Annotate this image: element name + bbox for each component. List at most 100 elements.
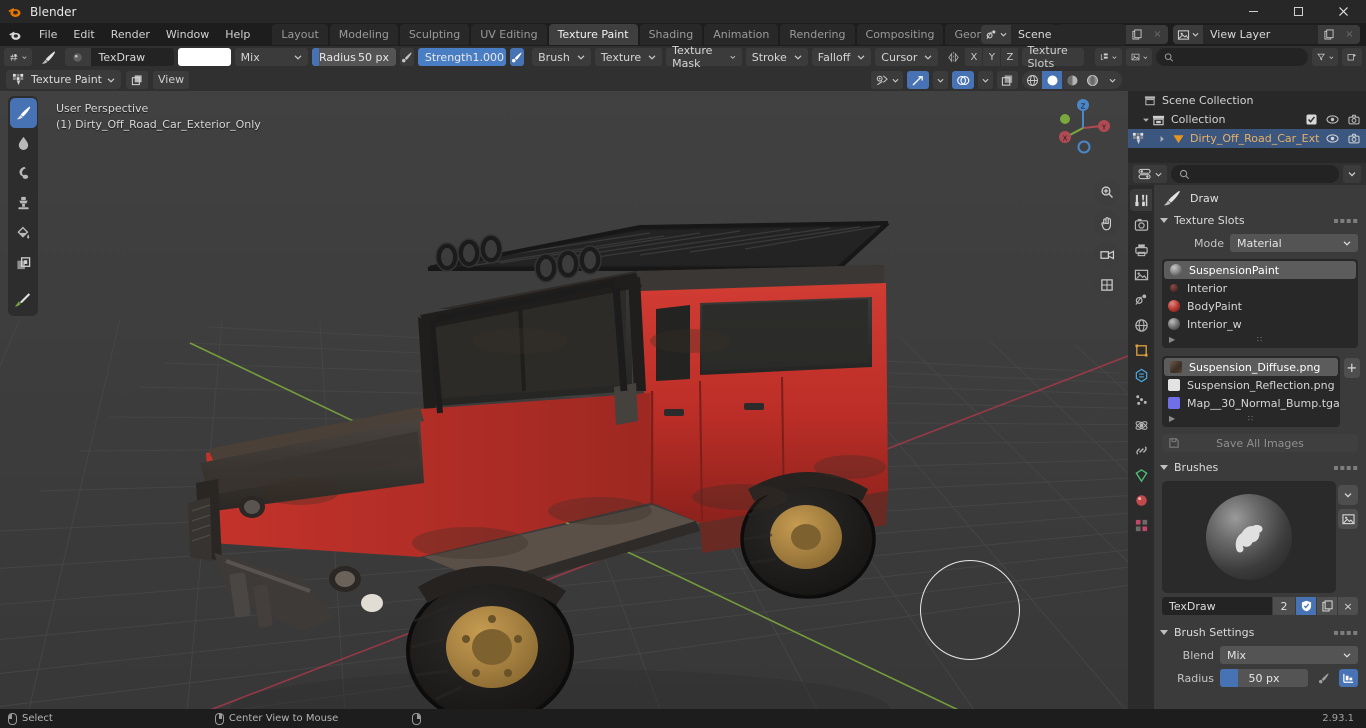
scene-name[interactable]: Scene	[1011, 25, 1126, 44]
brush-name-value[interactable]: TexDraw	[1162, 597, 1272, 615]
outliner-filter-button[interactable]	[1312, 48, 1339, 66]
texture-image-item[interactable]: Suspension_Reflection.png	[1162, 376, 1340, 394]
brush-preview[interactable]	[1162, 481, 1336, 593]
outliner-search-input[interactable]	[1156, 48, 1309, 66]
outliner-row-object[interactable]: Dirty_Off_Road_Car_Ext	[1128, 129, 1366, 148]
gizmo-options-dropdown[interactable]	[933, 71, 948, 89]
material-slot-item[interactable]: BodyPaint	[1162, 297, 1358, 315]
disclosure-triangle-icon[interactable]	[1142, 116, 1150, 124]
remove-view-layer-button[interactable]: ×	[1339, 25, 1360, 44]
properties-tab-output[interactable]	[1130, 239, 1152, 261]
properties-tab-texture[interactable]	[1130, 514, 1152, 536]
menu-window[interactable]: Window	[158, 26, 217, 44]
list-grip-icon[interactable]: ∷	[1248, 414, 1254, 423]
material-slot-item[interactable]: SuspensionPaint	[1164, 261, 1356, 279]
properties-editor-type-button[interactable]	[1133, 165, 1167, 183]
tool-draw[interactable]	[9, 98, 37, 128]
outliner-row-scene-collection[interactable]: Scene Collection	[1128, 91, 1366, 110]
new-view-layer-button[interactable]	[1318, 25, 1339, 44]
brush-radius-slider[interactable]: 50 px	[1220, 669, 1308, 687]
properties-tab-particles[interactable]	[1130, 389, 1152, 411]
blend-mode-dropdown[interactable]: Mix	[234, 48, 308, 66]
checkbox-icon[interactable]	[1306, 114, 1317, 125]
remove-scene-button[interactable]: ×	[1147, 25, 1168, 44]
radius-slider[interactable]: Radius 50 px	[311, 48, 396, 66]
gizmo-toggle[interactable]	[907, 71, 929, 89]
properties-tab-modifiers[interactable]	[1130, 364, 1152, 386]
camera-icon[interactable]	[1348, 133, 1360, 144]
duplicate-brush-button[interactable]	[1317, 597, 1337, 615]
fake-user-toggle[interactable]	[1296, 597, 1316, 615]
radius-pressure-toggle[interactable]	[1314, 669, 1333, 687]
cursor-menu[interactable]: Cursor	[875, 48, 939, 66]
properties-tab-object[interactable]	[1130, 339, 1152, 361]
properties-tab-render[interactable]	[1130, 214, 1152, 236]
brush-users-count[interactable]: 2	[1273, 597, 1295, 615]
texture-image-item[interactable]: Map__30_Normal_Bump.tga	[1162, 394, 1340, 412]
orthographic-toggle-icon[interactable]	[1094, 272, 1120, 298]
properties-tab-constraints[interactable]	[1130, 439, 1152, 461]
save-all-images-button[interactable]: Save All Images	[1162, 434, 1358, 452]
properties-tab-object-data[interactable]	[1130, 464, 1152, 486]
camera-view-icon[interactable]	[1094, 241, 1120, 267]
brush-preview-dropdown[interactable]	[1338, 485, 1358, 505]
tab-layout[interactable]: Layout	[272, 24, 328, 45]
view-axis-gizmo[interactable]: Z Y X	[1050, 95, 1116, 161]
material-list-footer[interactable]: ▶ ∷	[1162, 333, 1358, 346]
3d-viewport[interactable]: User Perspective (1) Dirty_Off_Road_Car_…	[0, 91, 1128, 709]
add-texture-slot-button[interactable]: +	[1343, 358, 1360, 378]
brush-color-swatch[interactable]	[178, 48, 231, 66]
tab-uv-editing[interactable]: UV Editing	[471, 24, 547, 45]
overlays-toggle[interactable]	[952, 71, 974, 89]
falloff-menu[interactable]: Falloff	[811, 48, 872, 66]
menu-file[interactable]: File	[31, 26, 65, 44]
copy-mode-button[interactable]	[125, 70, 148, 89]
radius-unit-toggle[interactable]	[1339, 669, 1358, 687]
outliner-row-collection[interactable]: Collection	[1128, 110, 1366, 129]
eye-icon[interactable]	[1326, 114, 1339, 125]
list-grip-icon[interactable]: ∷	[1257, 335, 1263, 344]
wireframe-shading-button[interactable]	[1022, 71, 1042, 89]
material-slot-item[interactable]: Interior	[1162, 279, 1358, 297]
tab-rendering[interactable]: Rendering	[780, 24, 855, 45]
outliner-display-mode-button[interactable]	[1094, 48, 1122, 66]
texture-mask-menu[interactable]: Texture Mask	[666, 44, 742, 70]
scene-selector[interactable]: Scene ×	[981, 25, 1168, 44]
tool-annotate[interactable]	[10, 284, 37, 314]
material-preview-shading-button[interactable]	[1062, 71, 1082, 89]
strength-pressure-toggle[interactable]	[510, 48, 525, 66]
material-slot-item[interactable]: Interior_w	[1162, 315, 1358, 333]
maximize-button[interactable]	[1276, 0, 1321, 23]
tool-mask[interactable]	[10, 248, 37, 278]
properties-tab-view-layer[interactable]	[1130, 264, 1152, 286]
tool-soften[interactable]	[10, 128, 37, 158]
blender-menu-icon[interactable]	[8, 28, 22, 42]
brush-blend-dropdown[interactable]: Mix	[1220, 646, 1358, 664]
view-layer-name[interactable]: View Layer	[1203, 25, 1318, 44]
visibility-selectability-dropdown[interactable]	[871, 71, 903, 89]
disclosure-triangle-icon[interactable]	[1158, 135, 1166, 143]
symmetry-z-button[interactable]: Z	[1001, 48, 1019, 66]
menu-render[interactable]: Render	[103, 26, 158, 44]
brush-name-field[interactable]: TexDraw	[91, 51, 146, 64]
tool-preset-button[interactable]	[4, 48, 32, 66]
zoom-icon[interactable]	[1094, 179, 1120, 205]
new-collection-button[interactable]	[1342, 48, 1362, 66]
view-menu[interactable]: View	[152, 70, 190, 89]
pan-hand-icon[interactable]	[1094, 210, 1120, 236]
brush-preview-image-button[interactable]	[1338, 509, 1358, 529]
tool-clone[interactable]	[10, 188, 37, 218]
tab-modeling[interactable]: Modeling	[329, 24, 398, 45]
properties-tab-scene[interactable]	[1130, 289, 1152, 311]
close-button[interactable]	[1321, 0, 1366, 23]
expand-arrow-icon[interactable]: ▶	[1169, 414, 1176, 423]
panel-header-brush-settings[interactable]: Brush Settings ▪▪▪▪	[1154, 623, 1366, 642]
new-scene-button[interactable]	[1126, 25, 1147, 44]
properties-tab-material[interactable]	[1130, 489, 1152, 511]
menu-help[interactable]: Help	[217, 26, 258, 44]
radius-pressure-toggle[interactable]	[400, 48, 414, 66]
image-list-footer[interactable]: ▶ ∷	[1162, 412, 1340, 425]
stroke-menu[interactable]: Stroke	[745, 48, 808, 66]
camera-icon[interactable]	[1348, 114, 1360, 125]
symmetry-y-button[interactable]: Y	[983, 48, 1001, 66]
